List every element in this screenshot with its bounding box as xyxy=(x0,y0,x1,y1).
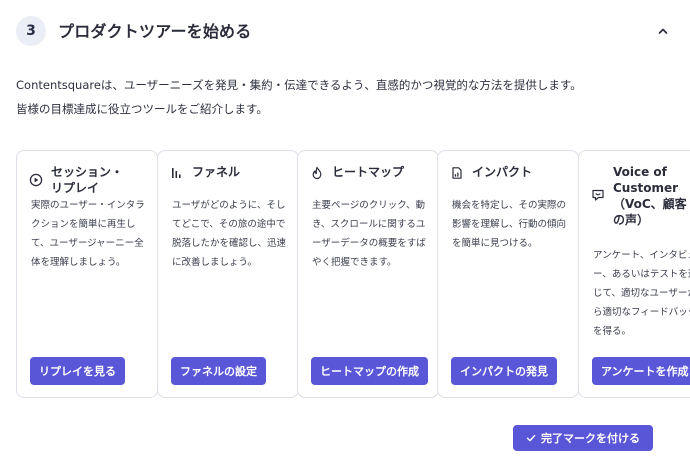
card-description: 実際のユーザー・インタラクションを簡単に再生して、ユーザージャーニー全体を理解し… xyxy=(31,200,145,268)
section-title: プロダクトツアーを始める xyxy=(58,22,252,41)
play-circle-icon xyxy=(29,173,43,187)
card-title: インパクト xyxy=(472,165,533,179)
impact-chart-icon xyxy=(452,167,462,179)
card-session-replay: セッション・ リプレイ 実際のユーザー・インタラクションを簡単に再生して、ユーザ… xyxy=(16,150,158,398)
card-title: Voice of Customer （VoC、顧客 の声） xyxy=(613,165,687,227)
tour-section-header[interactable]: 3 プロダクトツアーを始める xyxy=(0,0,690,62)
create-survey-button[interactable]: アンケートを作成 xyxy=(592,357,690,385)
card-title: ヒートマップ xyxy=(332,165,405,179)
step-number-badge: 3 xyxy=(16,16,46,46)
card-title: セッション・ リプレイ xyxy=(51,165,124,195)
funnel-bars-icon xyxy=(172,168,181,178)
mark-complete-button[interactable]: 完了マークを付ける xyxy=(513,425,653,451)
card-heatmap: ヒートマップ 主要ページのクリック、動き、スクロールに関するユーザーデータの概要… xyxy=(297,150,439,398)
card-funnel: ファネル ユーザがどのように、そしてどこで、その旅の途中で脱落したかを確認し、迅… xyxy=(157,150,299,398)
chevron-up-icon[interactable] xyxy=(657,25,669,37)
card-impact: インパクト 機会を特定し、その実際の影響を理解し、行動の傾向を簡単に見つける。 … xyxy=(437,150,579,398)
watch-replay-button[interactable]: リプレイを見る xyxy=(30,357,125,385)
card-voice-of-customer: Voice of Customer （VoC、顧客 の声） アンケート、インタビ… xyxy=(578,150,690,398)
create-heatmap-button[interactable]: ヒートマップの作成 xyxy=(311,357,428,385)
discover-impact-button[interactable]: インパクトの発見 xyxy=(451,357,557,385)
check-icon xyxy=(526,434,536,442)
setup-funnel-button[interactable]: ファネルの設定 xyxy=(171,357,266,385)
flame-icon xyxy=(312,166,322,180)
intro-text-line-2: 皆様の目標達成に役立つツールをご紹介します。 xyxy=(16,102,268,116)
feedback-smile-icon xyxy=(592,189,604,201)
mark-complete-label: 完了マークを付ける xyxy=(541,432,640,445)
intro-text-line-1: Contentsquareは、ユーザーニーズを発見・集約・伝達できるよう、直感的… xyxy=(16,78,582,92)
card-title: ファネル xyxy=(192,165,241,179)
card-description: 機会を特定し、その実際の影響を理解し、行動の傾向を簡単に見つける。 xyxy=(452,200,567,249)
card-description: 主要ページのクリック、動き、スクロールに関するユーザーデータの概要をすばやく把握… xyxy=(312,200,426,268)
card-description: アンケート、インタビュー、あるいはテストを通じて、適切なユーザーから適切なフィー… xyxy=(593,250,690,337)
card-description: ユーザがどのように、そしてどこで、その旅の途中で脱落したかを確認し、迅速に改善し… xyxy=(172,200,287,268)
